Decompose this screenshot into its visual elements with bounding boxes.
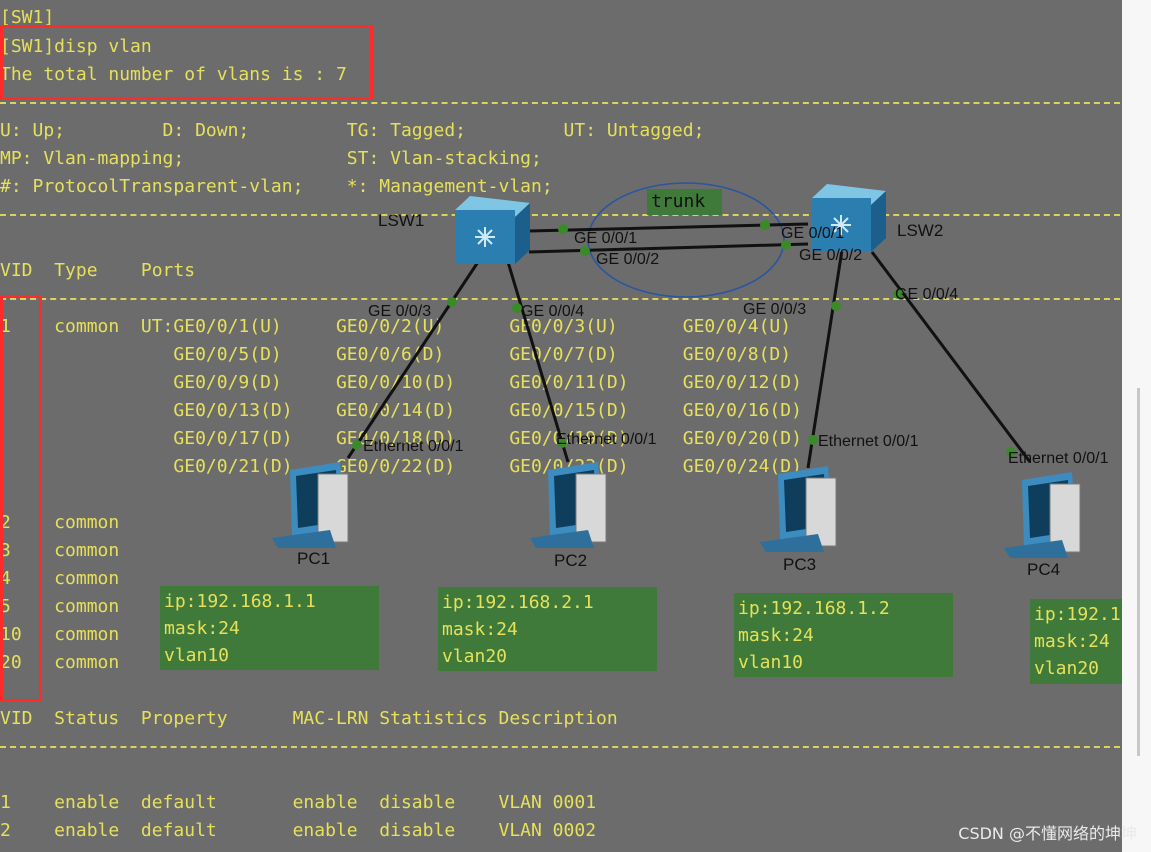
port-label: Ethernet 0/0/1 [556, 431, 657, 448]
trunk-label: trunk [651, 191, 706, 212]
port-label: Ethernet 0/0/1 [363, 438, 464, 455]
pc1-icon [272, 462, 349, 548]
network-topology [272, 182, 1081, 558]
port-label: GE 0/0/3 [743, 301, 807, 318]
pc-label: PC4 [1027, 560, 1061, 579]
vlan-text: vlan20 [442, 646, 508, 667]
port-label: GE 0/0/1 [781, 225, 845, 242]
mask-text: mask:24 [738, 625, 814, 646]
port-label: GE 0/0/1 [574, 230, 638, 247]
vlan-text: vlan10 [738, 652, 804, 673]
port-label: GE 0/0/4 [521, 303, 585, 320]
switch-label: LSW1 [378, 211, 425, 230]
pc3-icon [760, 466, 837, 552]
pc4-icon [1004, 472, 1081, 558]
switch-label: LSW2 [897, 221, 944, 240]
mask-text: mask:24 [164, 618, 240, 639]
mask-text: mask:24 [442, 619, 518, 640]
vlan-text: vlan10 [164, 645, 230, 666]
port-label: GE 0/0/4 [895, 286, 959, 303]
switch-lsw1-icon [455, 196, 530, 264]
port-label: Ethernet 0/0/1 [1008, 450, 1109, 467]
pc-label: PC1 [297, 549, 331, 568]
link-pc1 [346, 261, 480, 459]
pc2-icon [530, 462, 607, 548]
watermark: CSDN @不懂网络的坤坤 [958, 824, 1137, 843]
port-label: GE 0/0/2 [596, 251, 660, 268]
ip-text: ip:192.168.2.1 [442, 592, 594, 613]
port-label: GE 0/0/3 [368, 303, 432, 320]
link-ge2 [528, 242, 809, 254]
port-label: Ethernet 0/0/1 [818, 433, 919, 450]
pc1-config-box: ip:192.168.1.1 mask:24 vlan10 [160, 586, 379, 670]
pc-label: PC2 [554, 551, 588, 570]
pc-label: PC3 [783, 555, 817, 574]
link-pc4 [870, 251, 1032, 463]
ip-text: ip:192.168.1.2 [738, 598, 890, 619]
pc2-config-box: ip:192.168.2.1 mask:24 vlan20 [438, 587, 657, 671]
pc3-config-box: ip:192.168.1.2 mask:24 vlan10 [734, 593, 953, 677]
ip-text: ip:192.168.1.1 [164, 591, 316, 612]
port-label: GE 0/0/2 [799, 247, 863, 264]
scrollbar-thumb[interactable] [1137, 388, 1140, 756]
link-dots [352, 220, 1016, 457]
